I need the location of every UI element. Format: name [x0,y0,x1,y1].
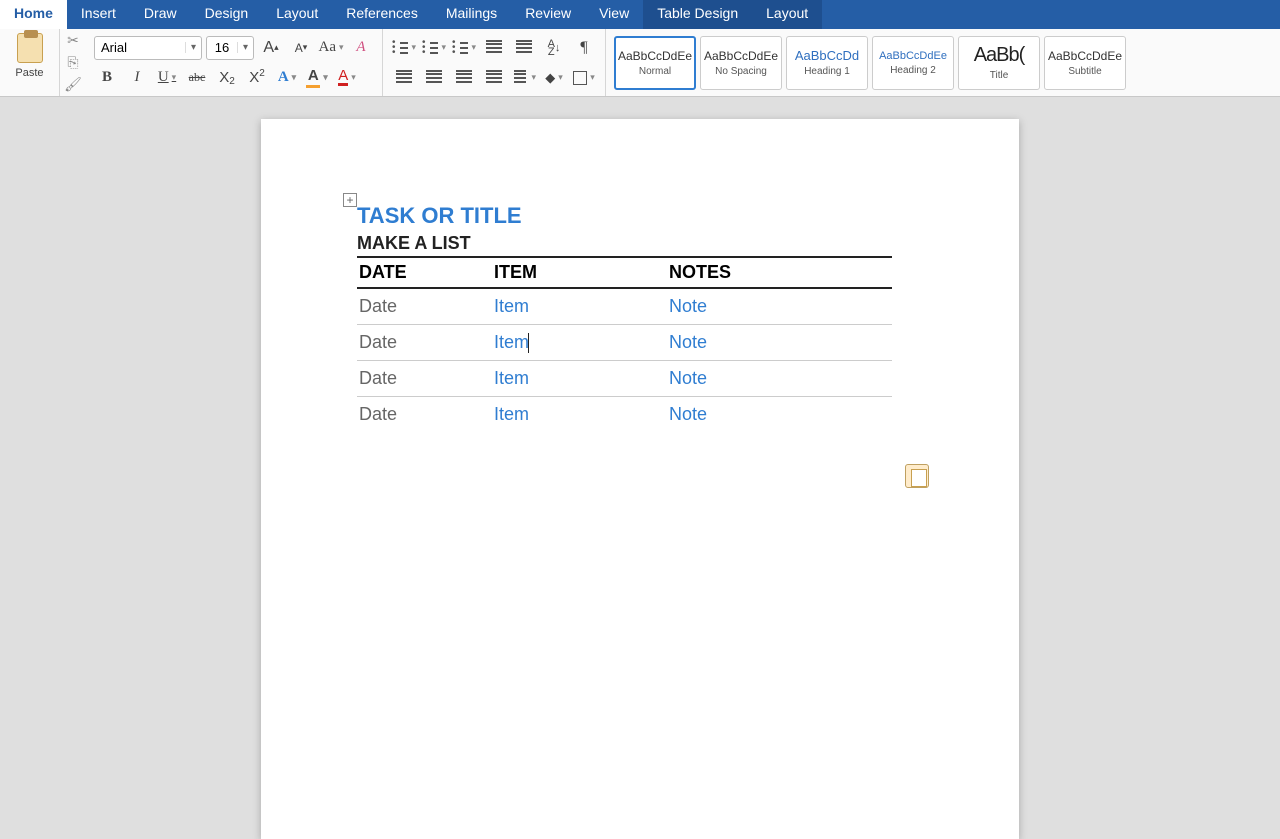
align-right-button[interactable] [451,66,477,90]
tab-home[interactable]: Home [0,0,67,29]
ribbon: Paste ✂ ⎘ 🖌 Arial ▾ 16 ▾ A▴ A▾ Aa A [0,29,1280,97]
change-case-button[interactable]: Aa [318,36,344,60]
bold-button[interactable]: B [94,66,120,90]
style-subtitle[interactable]: AaBbCcDdEe Subtitle [1044,36,1126,90]
chevron-down-icon[interactable]: ▾ [185,42,201,53]
paint-bucket-icon: ◆ [545,70,555,86]
borders-icon [573,71,587,85]
tab-review[interactable]: Review [511,0,585,29]
style-heading-1[interactable]: AaBbCcDd Heading 1 [786,36,868,90]
document-canvas: + TASK OR TITLE MAKE A LIST DATE ITEM NO… [0,97,1280,521]
styles-gallery: AaBbCcDdEe Normal AaBbCcDdEe No Spacing … [606,29,1134,96]
ribbon-tabs: Home Insert Draw Design Layout Reference… [0,0,1280,29]
tab-layout[interactable]: Layout [262,0,332,29]
col-notes[interactable]: NOTES [667,257,892,288]
table-header-row: DATE ITEM NOTES [357,257,892,288]
table-row[interactable]: Date Item Note [357,397,892,433]
format-painter-icon[interactable]: 🖌 [64,77,82,93]
shading-button[interactable]: ◆ [541,66,567,90]
clipboard-group: Paste [0,29,60,96]
list-table[interactable]: DATE ITEM NOTES Date Item Note Date Item… [357,256,892,432]
tab-draw[interactable]: Draw [130,0,191,29]
shrink-font-button[interactable]: A▾ [288,36,314,60]
justify-button[interactable] [481,66,507,90]
font-size-value: 16 [207,40,237,55]
numbering-button[interactable] [421,36,447,60]
font-group: Arial ▾ 16 ▾ A▴ A▾ Aa A B I U abc X2 X2 … [86,29,383,96]
style-normal[interactable]: AaBbCcDdEe Normal [614,36,696,90]
col-item[interactable]: ITEM [492,257,667,288]
style-no-spacing[interactable]: AaBbCcDdEe No Spacing [700,36,782,90]
show-hide-button[interactable]: ¶ [571,36,597,60]
line-spacing-button[interactable] [511,66,537,90]
increase-indent-button[interactable] [511,36,537,60]
font-name-combo[interactable]: Arial ▾ [94,36,202,60]
style-title[interactable]: AaBb( Title [958,36,1040,90]
table-row[interactable]: Date Item Note [357,325,892,361]
paste-label: Paste [15,67,43,79]
font-name-value: Arial [95,40,185,55]
col-date[interactable]: DATE [357,257,492,288]
superscript-button[interactable]: X2 [244,66,270,90]
tab-table-layout[interactable]: Layout [752,0,822,29]
font-size-combo[interactable]: 16 ▾ [206,36,254,60]
underline-button[interactable]: U [154,66,180,90]
tab-view[interactable]: View [585,0,643,29]
borders-button[interactable] [571,66,597,90]
chevron-down-icon[interactable]: ▾ [237,42,253,53]
doc-title[interactable]: TASK OR TITLE [357,203,955,229]
copy-icon[interactable]: ⎘ [64,55,82,71]
highlight-button[interactable]: A [304,66,330,90]
paste-options-button[interactable] [905,464,929,488]
bullets-button[interactable] [391,36,417,60]
paste-icon[interactable] [17,33,43,63]
strikethrough-button[interactable]: abc [184,66,210,90]
tab-mailings[interactable]: Mailings [432,0,511,29]
tab-design[interactable]: Design [191,0,263,29]
text-effects-button[interactable]: A [274,66,300,90]
align-left-button[interactable] [391,66,417,90]
tab-insert[interactable]: Insert [67,0,130,29]
align-center-button[interactable] [421,66,447,90]
paragraph-group: AZ↓ ¶ ◆ [383,29,606,96]
table-row[interactable]: Date Item Note [357,361,892,397]
cut-icon[interactable]: ✂ [64,33,82,49]
font-color-button[interactable]: A [334,66,360,90]
table-move-handle[interactable]: + [343,193,357,207]
grow-font-button[interactable]: A▴ [258,36,284,60]
subscript-button[interactable]: X2 [214,66,240,90]
decrease-indent-button[interactable] [481,36,507,60]
multilevel-list-button[interactable] [451,36,477,60]
document-page[interactable]: + TASK OR TITLE MAKE A LIST DATE ITEM NO… [261,119,1019,839]
style-heading-2[interactable]: AaBbCcDdEe Heading 2 [872,36,954,90]
italic-button[interactable]: I [124,66,150,90]
tab-references[interactable]: References [332,0,432,29]
tab-table-design[interactable]: Table Design [643,0,752,29]
sort-button[interactable]: AZ↓ [541,36,567,60]
table-row[interactable]: Date Item Note [357,288,892,325]
doc-subtitle[interactable]: MAKE A LIST [357,233,955,254]
clear-formatting-button[interactable]: A [348,36,374,60]
